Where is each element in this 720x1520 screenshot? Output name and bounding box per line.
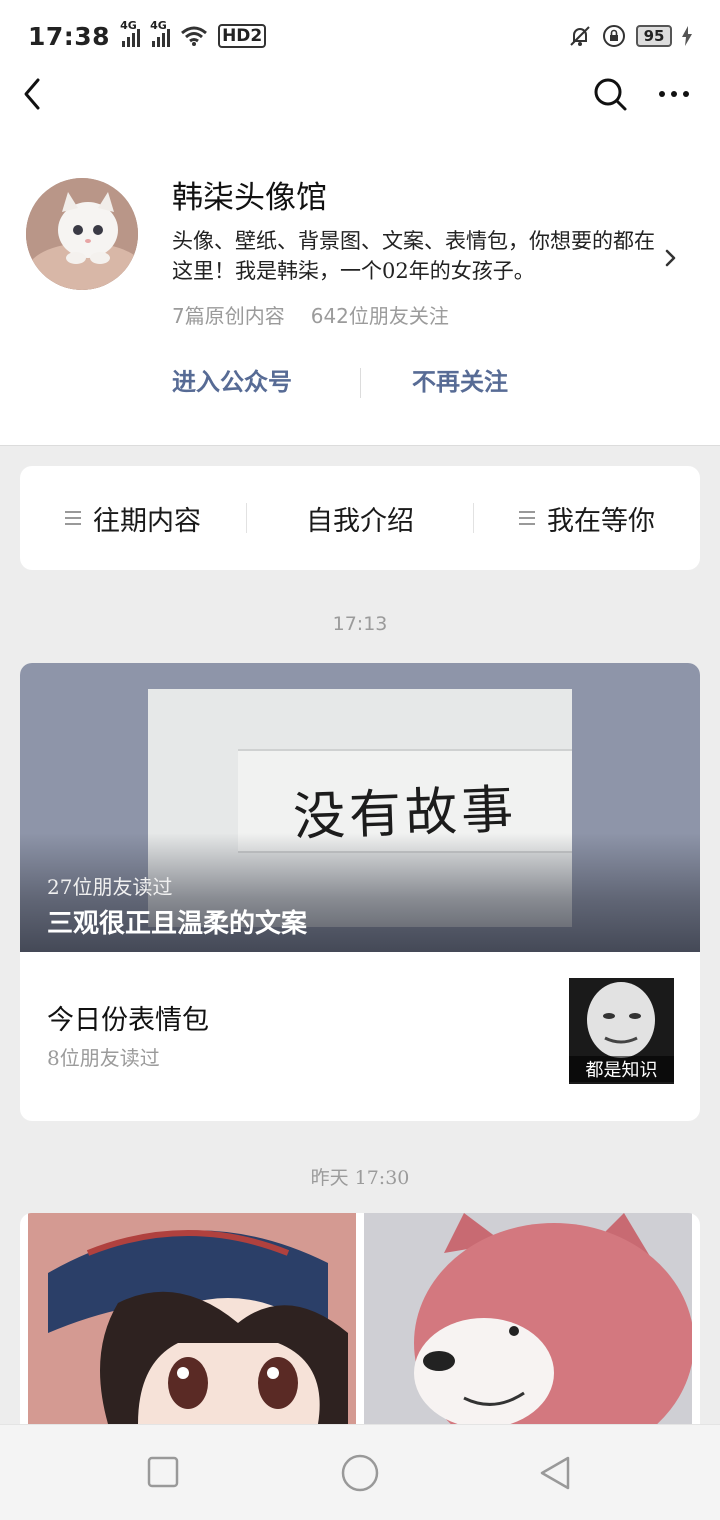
account-profile: 韩柒头像馆 头像、壁纸、背景图、文案、表情包，你想要的都在这里！我是韩柒，一个0… <box>0 116 720 446</box>
pink-bear-illustration <box>364 1213 692 1424</box>
signal-1-label: 4G <box>120 19 137 32</box>
battery-indicator: 95 <box>636 25 672 47</box>
status-time: 17:38 <box>28 21 111 51</box>
account-stats: 7篇原创内容 642位朋友关注 <box>172 300 449 329</box>
status-bar: 17:38 4G 4G HD2 95 <box>0 0 720 72</box>
recent-apps-icon[interactable] <box>146 1455 180 1489</box>
thumbnail-caption: 都是知识 <box>569 1056 674 1082</box>
charging-icon <box>682 26 692 46</box>
account-description[interactable]: 头像、壁纸、背景图、文案、表情包，你想要的都在这里！我是韩柒，一个02年的女孩子… <box>172 226 658 286</box>
menu-item-label: 我在等你 <box>547 505 655 537</box>
sub-article-readers: 8位朋友读过 <box>47 1046 160 1070</box>
account-name: 韩柒头像馆 <box>172 180 327 216</box>
search-icon[interactable] <box>590 74 630 114</box>
sub-article-thumbnail[interactable]: 都是知识 <box>569 978 674 1084</box>
follower-count: 642位朋友关注 <box>310 304 449 328</box>
sub-article-item[interactable]: 今日份表情包 8位朋友读过 都是知识 <box>20 952 700 1121</box>
original-count: 7篇原创内容 <box>172 304 285 328</box>
image-post-card[interactable] <box>20 1213 700 1424</box>
feed-timestamp: 17:13 <box>332 613 388 635</box>
enter-account-button[interactable]: 进入公众号 <box>172 362 292 397</box>
anime-girl-image[interactable] <box>28 1213 356 1424</box>
main-article-readers: 27位朋友读过 <box>47 875 173 899</box>
signal-1-icon: 4G <box>120 19 141 47</box>
hd-label: HD2 <box>218 24 267 48</box>
main-article-title[interactable]: 三观很正且温柔的文案 <box>47 903 307 940</box>
main-article-cover[interactable]: 没有故事 27位朋友读过 三观很正且温柔的文案 <box>20 663 700 952</box>
system-navigation-bar <box>0 1424 720 1520</box>
signal-2-icon: 4G <box>150 19 171 47</box>
menu-item-waiting[interactable]: 我在等你 <box>474 466 700 570</box>
mute-bell-icon <box>570 26 590 46</box>
nav-back-icon[interactable] <box>536 1453 576 1493</box>
sub-article-title[interactable]: 今日份表情包 <box>47 998 209 1037</box>
wifi-icon <box>181 26 208 46</box>
menu-lines-icon <box>65 511 81 525</box>
signal-2-label: 4G <box>150 19 167 32</box>
article-group-card: 没有故事 27位朋友读过 三观很正且温柔的文案 今日份表情包 8位朋友读过 都是… <box>20 663 700 1121</box>
menu-item-label: 往期内容 <box>93 505 201 537</box>
back-arrow-icon[interactable] <box>20 74 50 114</box>
menu-item-self-intro[interactable]: 自我介绍 <box>247 466 473 570</box>
rotation-lock-icon <box>603 25 625 47</box>
pink-bear-image[interactable] <box>364 1213 692 1424</box>
account-menu: 往期内容 自我介绍 我在等你 <box>20 466 700 570</box>
menu-item-past-content[interactable]: 往期内容 <box>20 466 246 570</box>
anime-girl-illustration <box>28 1213 356 1424</box>
chevron-right-icon[interactable] <box>660 246 680 270</box>
feed-timestamp: 昨天 17:30 <box>310 1167 410 1189</box>
home-icon[interactable] <box>340 1453 380 1493</box>
cat-avatar-image <box>26 178 138 290</box>
account-avatar[interactable] <box>26 178 138 290</box>
menu-lines-icon <box>519 511 535 525</box>
menu-item-label: 自我介绍 <box>306 505 414 537</box>
action-divider <box>360 368 361 398</box>
account-actions: 进入公众号 不再关注 <box>0 362 720 402</box>
top-navigation <box>0 72 720 116</box>
unfollow-button[interactable]: 不再关注 <box>412 362 508 397</box>
more-options-icon[interactable] <box>654 74 694 114</box>
